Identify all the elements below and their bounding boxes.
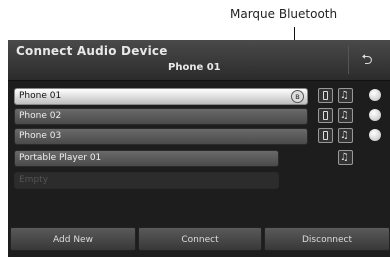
header-bar: Connect Audio Device Phone 01 ⮌ xyxy=(8,40,390,81)
device-row-phone-03[interactable]: Phone 03 xyxy=(14,128,308,145)
phone-profile-icon xyxy=(318,88,333,103)
device-row-empty[interactable]: Empty xyxy=(14,172,279,189)
callout-label: Marque Bluetooth xyxy=(230,7,338,21)
device-row-phone-02[interactable]: Phone 02 xyxy=(14,108,308,125)
phone-profile-icon xyxy=(318,108,333,123)
phone-profile-icon xyxy=(318,128,333,143)
connected-device-name: Phone 01 xyxy=(168,62,221,73)
music-profile-icon: ♫ xyxy=(338,88,353,103)
device-name: Phone 01 xyxy=(19,91,62,101)
status-indicator-icon xyxy=(369,89,381,101)
music-profile-icon: ♫ xyxy=(338,128,353,143)
device-name: Phone 03 xyxy=(19,131,62,141)
callout: Marque Bluetooth xyxy=(0,0,390,94)
add-new-button[interactable]: Add New xyxy=(10,227,136,251)
music-profile-icon: ♫ xyxy=(338,150,353,165)
head-unit-screen: Connect Audio Device Phone 01 ⮌ Phone 01… xyxy=(8,40,390,257)
status-indicator-icon xyxy=(369,109,381,121)
page-title: Connect Audio Device xyxy=(16,44,168,58)
disconnect-button[interactable]: Disconnect xyxy=(264,227,390,251)
bluetooth-symbol: ʙ xyxy=(295,92,300,101)
connect-button[interactable]: Connect xyxy=(138,227,262,251)
back-button[interactable]: ⮌ xyxy=(348,46,385,74)
device-name: Empty xyxy=(19,175,49,185)
music-profile-icon: ♫ xyxy=(338,108,353,123)
back-arrow-icon: ⮌ xyxy=(361,52,373,68)
action-bar: Add New Connect Disconnect xyxy=(8,227,390,257)
device-row-portable-player-01[interactable]: Portable Player 01 xyxy=(14,150,279,167)
device-row-phone-01[interactable]: Phone 01 ʙ xyxy=(14,88,308,105)
status-indicator-icon xyxy=(369,129,381,141)
device-name: Portable Player 01 xyxy=(19,153,102,163)
bluetooth-mark-icon: ʙ xyxy=(291,90,304,103)
device-name: Phone 02 xyxy=(19,111,62,121)
